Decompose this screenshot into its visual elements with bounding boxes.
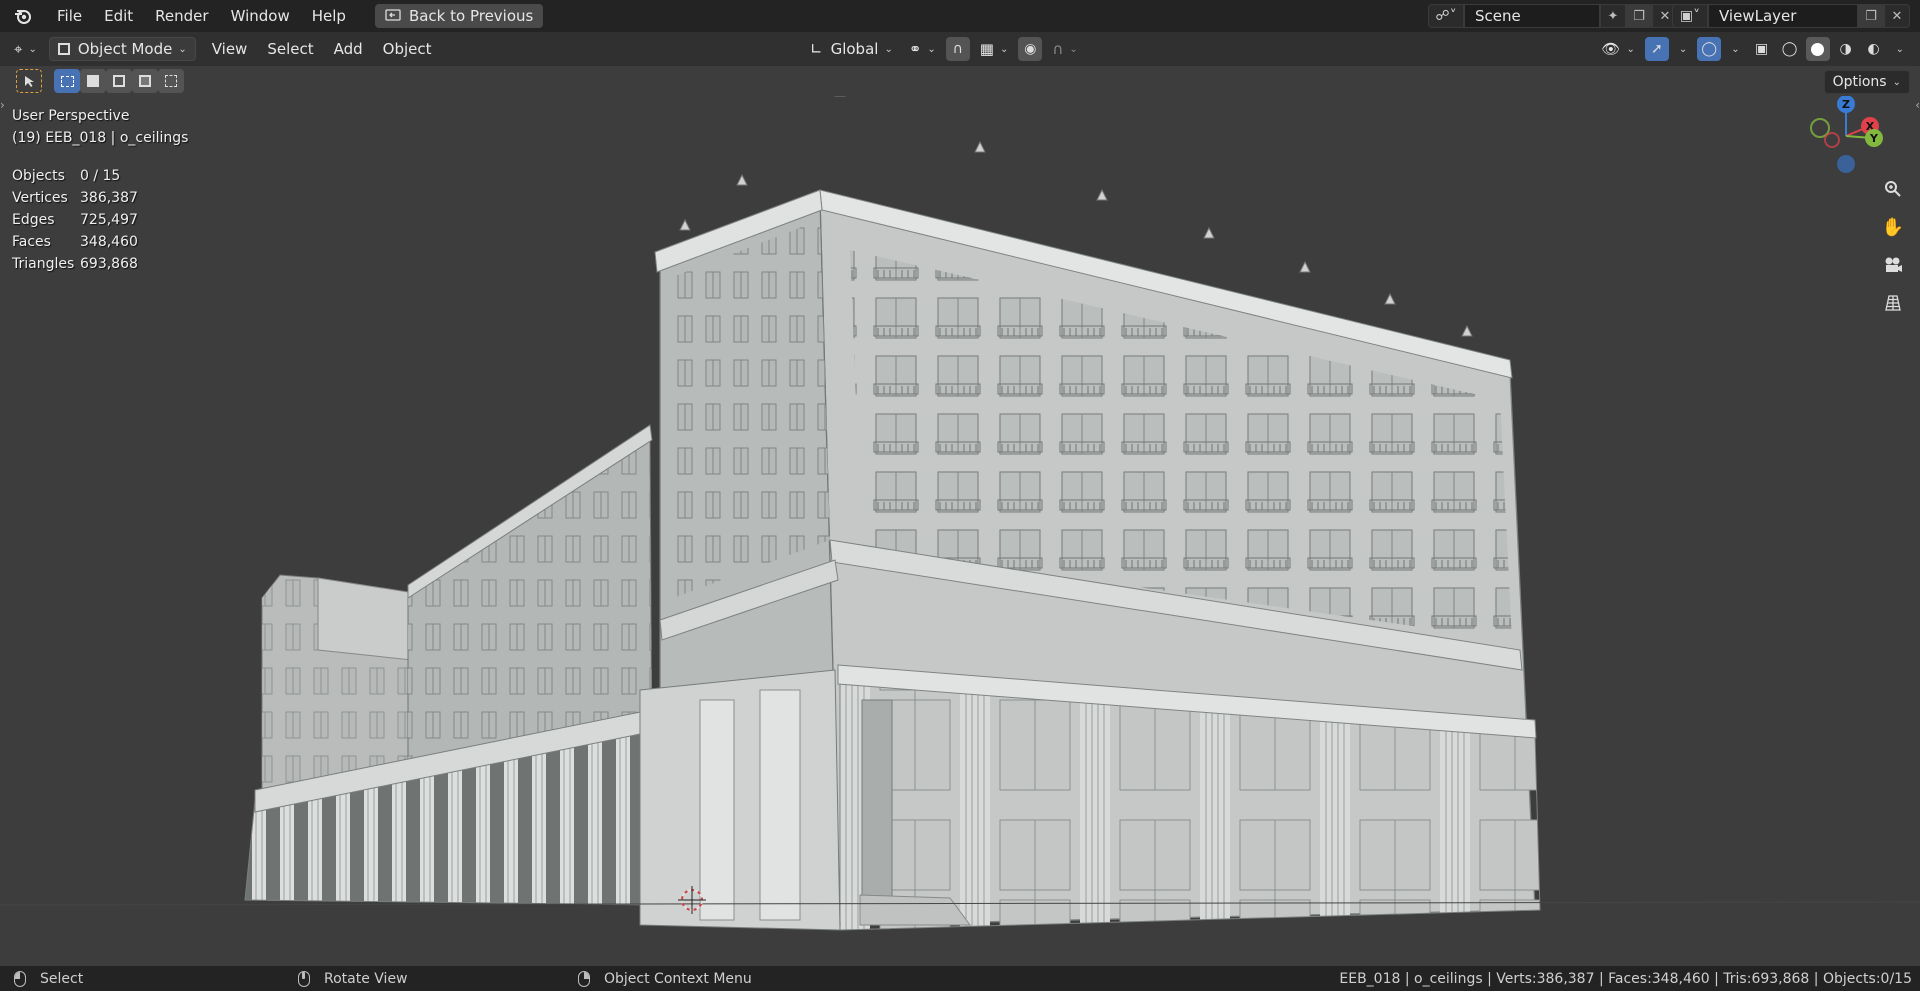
pin-icon[interactable]: ✦ [1600, 4, 1626, 28]
zoom-view-icon[interactable] [1878, 174, 1908, 204]
options-label: Options [1832, 74, 1887, 90]
snap-target-dropdown[interactable]: ▦ ⌄ [974, 37, 1015, 61]
back-button-label: Back to Previous [408, 7, 534, 25]
scene-name-field[interactable]: Scene [1464, 4, 1600, 28]
tool-settings-row [0, 66, 1920, 96]
xray-toggle-icon[interactable]: ▣ [1750, 37, 1774, 61]
gizmo-toggle-icon[interactable]: ➚ [1644, 37, 1669, 61]
camera-view-icon[interactable] [1878, 250, 1908, 280]
pivot-point-dropdown[interactable]: ⚭ ⌄ [903, 37, 942, 61]
viewport-display-tools: 👁 ⌄ ➚ ⌄ ◯ ⌄ ▣ ◯ ◑ ◐ ⌄ [1595, 37, 1910, 61]
header-menu-select[interactable]: Select [257, 32, 323, 66]
select-mode-intersect-icon[interactable] [158, 69, 184, 93]
status-left-click-hint: Select [14, 966, 83, 991]
stat-value: 0 / 15 [80, 168, 121, 184]
pivot-link-icon: ⚭ [908, 40, 922, 58]
select-tool-icon[interactable] [16, 69, 42, 93]
status-select-label: Select [40, 970, 84, 987]
new-scene-icon[interactable]: ❐ [1626, 4, 1652, 28]
view-layer-selector: ▣˅ ViewLayer ❐ ✕ [1672, 4, 1910, 28]
eye-icon: 👁 [1601, 40, 1621, 58]
stat-value: 386,387 [80, 190, 138, 206]
select-mode-invert-icon[interactable] [132, 69, 158, 93]
status-scene-info: EEB_018 | o_ceilings | Verts:386,387 | F… [1339, 970, 1912, 987]
view-layer-browse-icon[interactable]: ▣˅ [1672, 4, 1708, 28]
header-menu-view[interactable]: View [202, 32, 258, 66]
status-context-label: Object Context Menu [604, 970, 752, 987]
3d-viewport[interactable]: User Perspective (19) EEB_018 | o_ceilin… [0, 96, 1920, 966]
viewport-perspective-label: User Perspective [12, 108, 130, 124]
visibility-dropdown[interactable]: 👁 ⌄ [1595, 37, 1640, 61]
stat-value: 693,868 [80, 256, 138, 272]
sidebar-expand-arrow-icon[interactable]: ‹ [1915, 98, 1920, 112]
viewport-header: ⌖ ⌄ Object Mode ⌄ View Select Add Object … [0, 32, 1920, 66]
editor-type-dropdown[interactable]: ⌖ ⌄ [8, 37, 43, 61]
wireframe-shading-icon[interactable]: ◯ [1778, 37, 1802, 61]
snap-grid-icon: ▦ [979, 40, 994, 58]
rendered-shading-icon[interactable]: ◐ [1862, 37, 1886, 61]
status-rotate-label: Rotate View [324, 970, 408, 987]
overlays-dropdown[interactable]: ⌄ [1725, 37, 1745, 61]
mouse-right-icon [578, 970, 590, 987]
navigation-gizmo[interactable]: Z X Y [1790, 96, 1900, 186]
building-model-render [0, 96, 1920, 931]
mouse-middle-icon [298, 970, 310, 987]
proportional-edit-icon[interactable]: ◉ [1018, 37, 1043, 61]
material-preview-icon[interactable]: ◑ [1834, 37, 1858, 61]
scene-browse-icon[interactable]: ☍˅ [1428, 4, 1464, 28]
editor-type-icon: ⌖ [14, 40, 23, 58]
mouse-left-icon [14, 970, 26, 987]
falloff-dropdown[interactable]: ∩ ⌄ [1046, 37, 1083, 61]
falloff-curve-icon: ∩ [1052, 40, 1064, 58]
select-mode-extend-icon[interactable] [80, 69, 106, 93]
stat-label: Edges [12, 212, 55, 228]
options-dropdown[interactable]: Options ⌄ [1823, 70, 1910, 94]
menu-render[interactable]: Render [144, 0, 219, 32]
stat-label: Vertices [12, 190, 68, 206]
screen-back-icon [385, 9, 401, 21]
object-mode-label: Object Mode [77, 40, 173, 58]
stat-label: Faces [12, 234, 51, 250]
select-mode-subtract-icon[interactable] [106, 69, 132, 93]
gizmo-z-label: Z [1842, 98, 1850, 111]
new-view-layer-icon[interactable]: ❐ [1858, 4, 1884, 28]
header-menu-add[interactable]: Add [324, 32, 373, 66]
object-mode-icon [57, 43, 70, 55]
view-layer-field[interactable]: ViewLayer [1708, 4, 1858, 28]
status-right-click-hint: Object Context Menu [578, 966, 752, 991]
stat-label: Objects [12, 168, 65, 184]
transform-orientation-dropdown[interactable]: ∟ Global ⌄ [804, 37, 899, 61]
delete-view-layer-icon[interactable]: ✕ [1884, 4, 1910, 28]
stat-label: Triangles [12, 256, 75, 272]
toolbar-expand-arrow-icon[interactable]: › [0, 98, 5, 112]
blender-logo-icon[interactable] [12, 5, 34, 27]
gizmo-y-label: Y [1869, 132, 1879, 145]
transform-orientation-label: Global [830, 40, 879, 58]
transform-tools: ∟ Global ⌄ ⚭ ⌄ ∩ ▦ ⌄ ◉ ∩ ⌄ [804, 37, 1084, 61]
solid-shading-icon[interactable] [1805, 37, 1830, 61]
snap-toggle-icon[interactable]: ∩ [945, 37, 970, 61]
pan-hand-icon[interactable]: ✋ [1878, 212, 1908, 242]
status-bar: Select Rotate View Object Context Menu E… [0, 966, 1920, 991]
orthographic-grid-icon[interactable] [1878, 288, 1908, 318]
status-middle-click-hint: Rotate View [298, 966, 408, 991]
orientation-axes-icon: ∟ [810, 40, 823, 58]
object-mode-dropdown[interactable]: Object Mode ⌄ [48, 37, 196, 61]
shading-dropdown[interactable]: ⌄ [1890, 37, 1910, 61]
select-mode-new-icon[interactable] [54, 69, 80, 93]
scene-selector: ☍˅ Scene ✦ ❐ ✕ [1428, 4, 1678, 28]
overlays-toggle-icon[interactable]: ◯ [1697, 37, 1722, 61]
gizmo-dropdown[interactable]: ⌄ [1673, 37, 1693, 61]
top-menu-bar: File Edit Render Window Help Back to Pre… [0, 0, 1920, 32]
header-menu-object[interactable]: Object [373, 32, 442, 66]
menu-help[interactable]: Help [301, 0, 357, 32]
menu-file[interactable]: File [46, 0, 93, 32]
stat-value: 725,497 [80, 212, 138, 228]
back-to-previous-button[interactable]: Back to Previous [374, 4, 544, 28]
menu-window[interactable]: Window [220, 0, 301, 32]
menu-edit[interactable]: Edit [93, 0, 144, 32]
active-object-label: (19) EEB_018 | o_ceilings [12, 130, 189, 146]
stat-value: 348,460 [80, 234, 138, 250]
